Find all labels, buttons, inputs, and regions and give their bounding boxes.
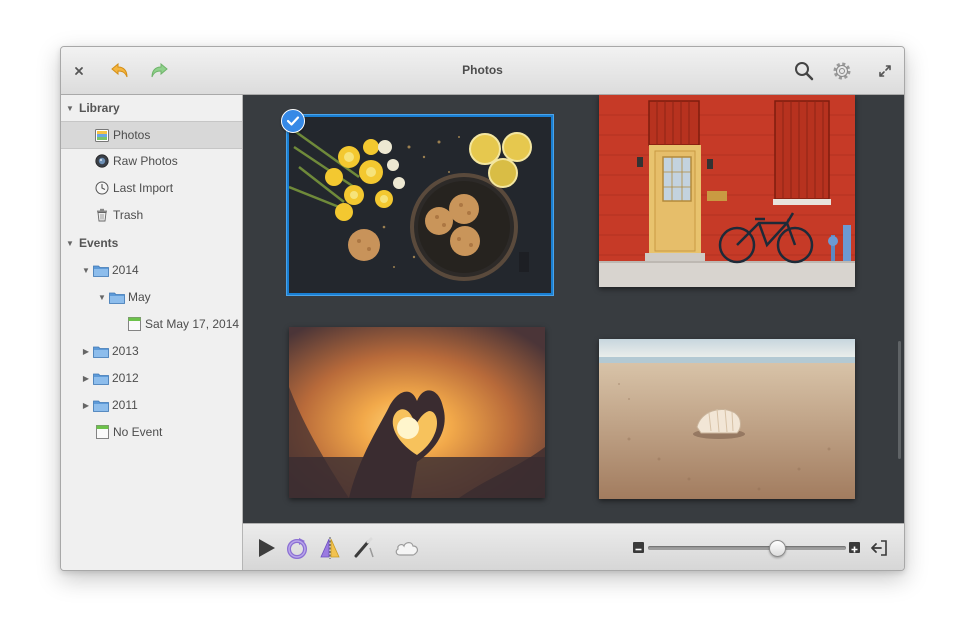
publish-button[interactable] bbox=[394, 535, 420, 561]
fullscreen-button[interactable] bbox=[873, 59, 897, 83]
expander-open-icon[interactable]: ▼ bbox=[97, 292, 107, 302]
sidebar-item-last-import[interactable]: Last Import bbox=[61, 175, 242, 201]
cloud-icon bbox=[395, 542, 419, 556]
minus-icon bbox=[635, 548, 642, 551]
photo-thumbnail-red-wall[interactable] bbox=[599, 95, 855, 287]
sidebar-item-event-2014[interactable]: ▼ 2014 bbox=[61, 257, 242, 283]
red-wall-bicycle-image bbox=[599, 95, 855, 287]
folder-icon bbox=[109, 289, 125, 305]
toggle-sidebar-button[interactable] bbox=[866, 535, 892, 561]
header-bar: Photos bbox=[61, 47, 904, 95]
checkmark-icon bbox=[286, 116, 300, 126]
expander-open-icon: ▼ bbox=[66, 103, 74, 113]
photos-icon bbox=[94, 127, 110, 143]
slideshow-button[interactable] bbox=[253, 535, 279, 561]
gear-icon bbox=[833, 62, 851, 80]
expander-open-icon: ▼ bbox=[66, 238, 74, 248]
calendar-icon bbox=[126, 316, 142, 332]
enhance-button[interactable] bbox=[351, 535, 377, 561]
sidebar: ▼ Library Photos Raw Photos Last Import bbox=[61, 95, 243, 570]
events-header[interactable]: ▼ Events bbox=[61, 230, 242, 256]
flip-icon bbox=[320, 537, 340, 559]
search-icon bbox=[795, 62, 814, 81]
zoom-slider-track[interactable] bbox=[648, 546, 846, 550]
sunset-heart-hands-image bbox=[289, 327, 545, 498]
library-header[interactable]: ▼ Library bbox=[61, 95, 242, 121]
trash-icon bbox=[94, 207, 110, 223]
camera-icon bbox=[94, 153, 110, 169]
flip-button[interactable] bbox=[317, 535, 343, 561]
sidebar-item-event-2012[interactable]: ▶ 2012 bbox=[61, 365, 242, 391]
expander-open-icon[interactable]: ▼ bbox=[81, 265, 91, 275]
photo-thumbnail-seashell[interactable] bbox=[599, 339, 855, 499]
play-icon bbox=[259, 539, 275, 557]
seashell-beach-image bbox=[599, 339, 855, 499]
sidebar-item-event-2011[interactable]: ▶ 2011 bbox=[61, 392, 242, 418]
photos-window: Photos ▼ Library Photos Raw Photos Last … bbox=[60, 46, 905, 571]
sidebar-item-trash[interactable]: Trash bbox=[61, 202, 242, 228]
folder-icon bbox=[93, 262, 109, 278]
settings-button[interactable] bbox=[830, 59, 854, 83]
vertical-scrollbar[interactable] bbox=[898, 341, 901, 459]
calendar-icon bbox=[94, 424, 110, 440]
zoom-slider-handle[interactable] bbox=[769, 540, 787, 557]
sidebar-item-event-may[interactable]: ▼ May bbox=[61, 284, 242, 310]
plus-icon bbox=[851, 546, 858, 553]
maximize-icon bbox=[879, 65, 891, 77]
sidebar-item-event-2013[interactable]: ▶ 2013 bbox=[61, 338, 242, 364]
expander-closed-icon[interactable]: ▶ bbox=[81, 346, 91, 356]
sidebar-item-photos[interactable]: Photos bbox=[61, 121, 242, 149]
photo-thumbnail-daffodils[interactable] bbox=[287, 115, 553, 295]
bottom-toolbar bbox=[243, 523, 904, 570]
sidebar-item-no-event[interactable]: No Event bbox=[61, 419, 242, 445]
expander-closed-icon[interactable]: ▶ bbox=[81, 400, 91, 410]
photo-thumbnail-sunset-heart[interactable] bbox=[289, 327, 545, 498]
folder-icon bbox=[93, 370, 109, 386]
magic-wand-icon bbox=[354, 537, 374, 558]
rotate-icon bbox=[287, 538, 307, 559]
zoom-out-button[interactable] bbox=[633, 542, 644, 553]
zoom-in-button[interactable] bbox=[849, 542, 860, 553]
photo-grid bbox=[243, 95, 904, 523]
search-button[interactable] bbox=[792, 59, 816, 83]
daffodils-cookies-image bbox=[289, 117, 551, 293]
window-title: Photos bbox=[462, 63, 503, 77]
clock-icon bbox=[94, 180, 110, 196]
folder-icon bbox=[93, 343, 109, 359]
selected-check-badge[interactable] bbox=[281, 109, 305, 133]
sidebar-item-raw-photos[interactable]: Raw Photos bbox=[61, 148, 242, 174]
folder-icon bbox=[93, 397, 109, 413]
rotate-button[interactable] bbox=[284, 535, 310, 561]
sidebar-panel-icon bbox=[871, 540, 887, 556]
sidebar-item-event-day[interactable]: Sat May 17, 2014 bbox=[61, 311, 242, 337]
expander-closed-icon[interactable]: ▶ bbox=[81, 373, 91, 383]
